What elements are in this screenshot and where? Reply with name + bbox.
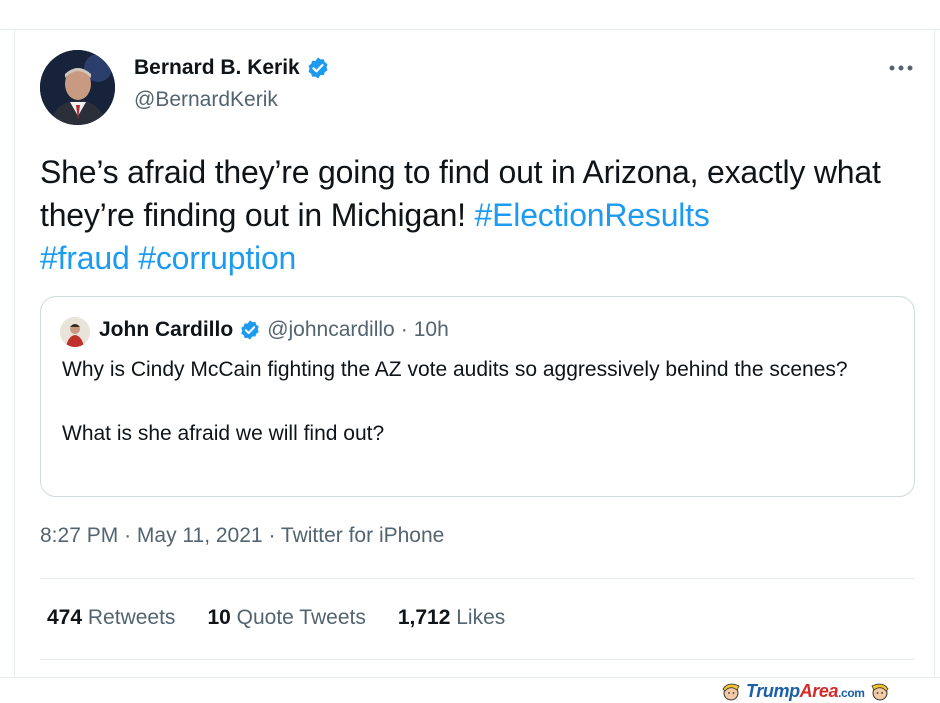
quoted-text-line1: Why is Cindy McCain fighting the AZ vote… (62, 358, 848, 381)
right-border (934, 30, 935, 678)
quoted-author-avatar[interactable] (60, 317, 90, 347)
tweet-text-body: She’s afraid they’re going to find out i… (40, 154, 881, 233)
quote-tweets-stat[interactable]: 10 Quote Tweets (207, 606, 365, 630)
trump-face-left-icon (722, 683, 740, 701)
tweet-source[interactable]: Twitter for iPhone (281, 524, 444, 547)
watermark-area: Area (799, 680, 839, 701)
author-avatar[interactable] (40, 50, 115, 125)
verified-badge-icon (308, 57, 328, 79)
quote-tweets-count: 10 (207, 606, 231, 629)
likes-count: 1,712 (397, 606, 451, 629)
site-watermark: TrumpArea.com (720, 680, 938, 702)
quoted-tweet-age[interactable]: 10h (414, 318, 449, 342)
quoted-tweet-header: John Cardillo @johncardillo · 10h (99, 318, 449, 342)
tweet-meta: 8:27 PM · May 11, 2021 · Twitter for iPh… (40, 524, 444, 548)
watermark-com: .com (838, 685, 865, 700)
tweet-time[interactable]: 8:27 PM (40, 524, 118, 547)
quoted-author-handle[interactable]: @johncardillo (267, 318, 395, 342)
divider-top (40, 578, 915, 579)
retweets-label: Retweets (87, 606, 176, 629)
hashtag-fraud[interactable]: #fraud (40, 240, 130, 276)
meta-separator-2: · (268, 524, 276, 547)
author-display-name[interactable]: Bernard B. Kerik (134, 56, 300, 80)
quoted-author-name[interactable]: John Cardillo (99, 318, 233, 342)
more-options-icon[interactable] (887, 58, 915, 78)
quoted-verified-badge-icon (241, 320, 259, 340)
retweets-count: 474 (47, 606, 83, 629)
author-handle[interactable]: @BernardKerik (134, 88, 278, 112)
retweets-stat[interactable]: 474 Retweets (47, 606, 175, 630)
quoted-text-line2: What is she afraid we will find out? (62, 422, 385, 445)
quoted-tweet-card[interactable]: John Cardillo @johncardillo · 10h Why is… (40, 296, 915, 497)
quoted-author-avatar-image (60, 317, 90, 347)
watermark-trump: Trump (746, 680, 800, 701)
trump-face-right-icon (870, 683, 889, 701)
quoted-separator: · (400, 318, 408, 341)
likes-stat[interactable]: 1,712 Likes (398, 606, 505, 630)
hashtag-corruption[interactable]: #corruption (138, 240, 296, 276)
top-frame (0, 0, 940, 30)
tweet-stats: 474 Retweets 10 Quote Tweets 1,712 Likes (47, 606, 505, 630)
meta-separator-1: · (124, 524, 132, 547)
divider-bottom (40, 659, 915, 660)
watermark-text: TrumpArea.com (746, 681, 865, 702)
bottom-border (0, 677, 940, 678)
left-border (14, 30, 15, 678)
tweet-text: She’s afraid they’re going to find out i… (40, 151, 900, 280)
quote-tweets-label: Quote Tweets (236, 606, 366, 629)
tweet-date[interactable]: May 11, 2021 (137, 524, 263, 547)
quoted-tweet-text: Why is Cindy McCain fighting the AZ vote… (62, 354, 892, 450)
quoted-text-spacer (62, 386, 892, 418)
author-name-row: Bernard B. Kerik (134, 56, 330, 80)
author-avatar-image (40, 50, 115, 125)
likes-label: Likes (456, 606, 506, 629)
hashtag-election-results[interactable]: #ElectionResults (475, 197, 710, 233)
